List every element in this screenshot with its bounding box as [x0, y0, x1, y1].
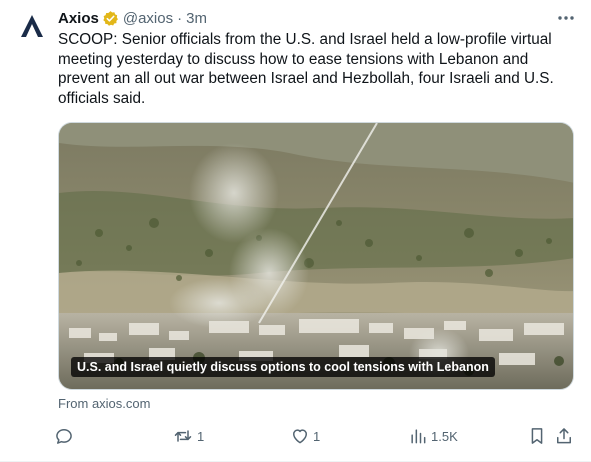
- card-image: [59, 123, 573, 389]
- bookmark-button[interactable]: [527, 424, 547, 448]
- tweet[interactable]: Axios @axios · 3m SCOOP: Senior official…: [0, 0, 591, 462]
- action-bar: 1 1 1.5K: [54, 424, 579, 448]
- tweet-text: SCOOP: Senior officials from the U.S. an…: [58, 31, 554, 107]
- repost-count: 1: [197, 428, 205, 444]
- more-icon: [558, 16, 574, 20]
- more-button[interactable]: [553, 8, 579, 28]
- heart-icon: [293, 429, 307, 444]
- axios-logo: [21, 15, 43, 37]
- card-caption: U.S. and Israel quietly discuss options …: [71, 357, 495, 377]
- like-button[interactable]: 1: [290, 424, 320, 448]
- reply-icon: [56, 429, 72, 444]
- bookmark-icon: [531, 428, 543, 444]
- avatar[interactable]: [12, 6, 52, 46]
- like-count: 1: [313, 428, 321, 444]
- verified-badge-icon: [102, 10, 119, 27]
- author-handle[interactable]: @axios: [123, 10, 173, 27]
- author-name[interactable]: Axios: [58, 10, 99, 27]
- link-card[interactable]: U.S. and Israel quietly discuss options …: [58, 122, 574, 390]
- repost-button[interactable]: 1: [172, 424, 204, 448]
- views-icon: [411, 429, 426, 444]
- reply-button[interactable]: [54, 424, 77, 448]
- views-count: 1.5K: [431, 428, 458, 444]
- separator-dot: ·: [177, 9, 183, 27]
- repost-icon: [174, 430, 192, 442]
- share-icon: [557, 428, 571, 444]
- tweet-header: Axios @axios · 3m: [58, 7, 579, 29]
- views-button[interactable]: 1.5K: [408, 424, 458, 448]
- card-source-link[interactable]: From axios.com: [58, 396, 150, 411]
- tweet-time[interactable]: 3m: [186, 10, 207, 27]
- share-button[interactable]: [554, 424, 574, 448]
